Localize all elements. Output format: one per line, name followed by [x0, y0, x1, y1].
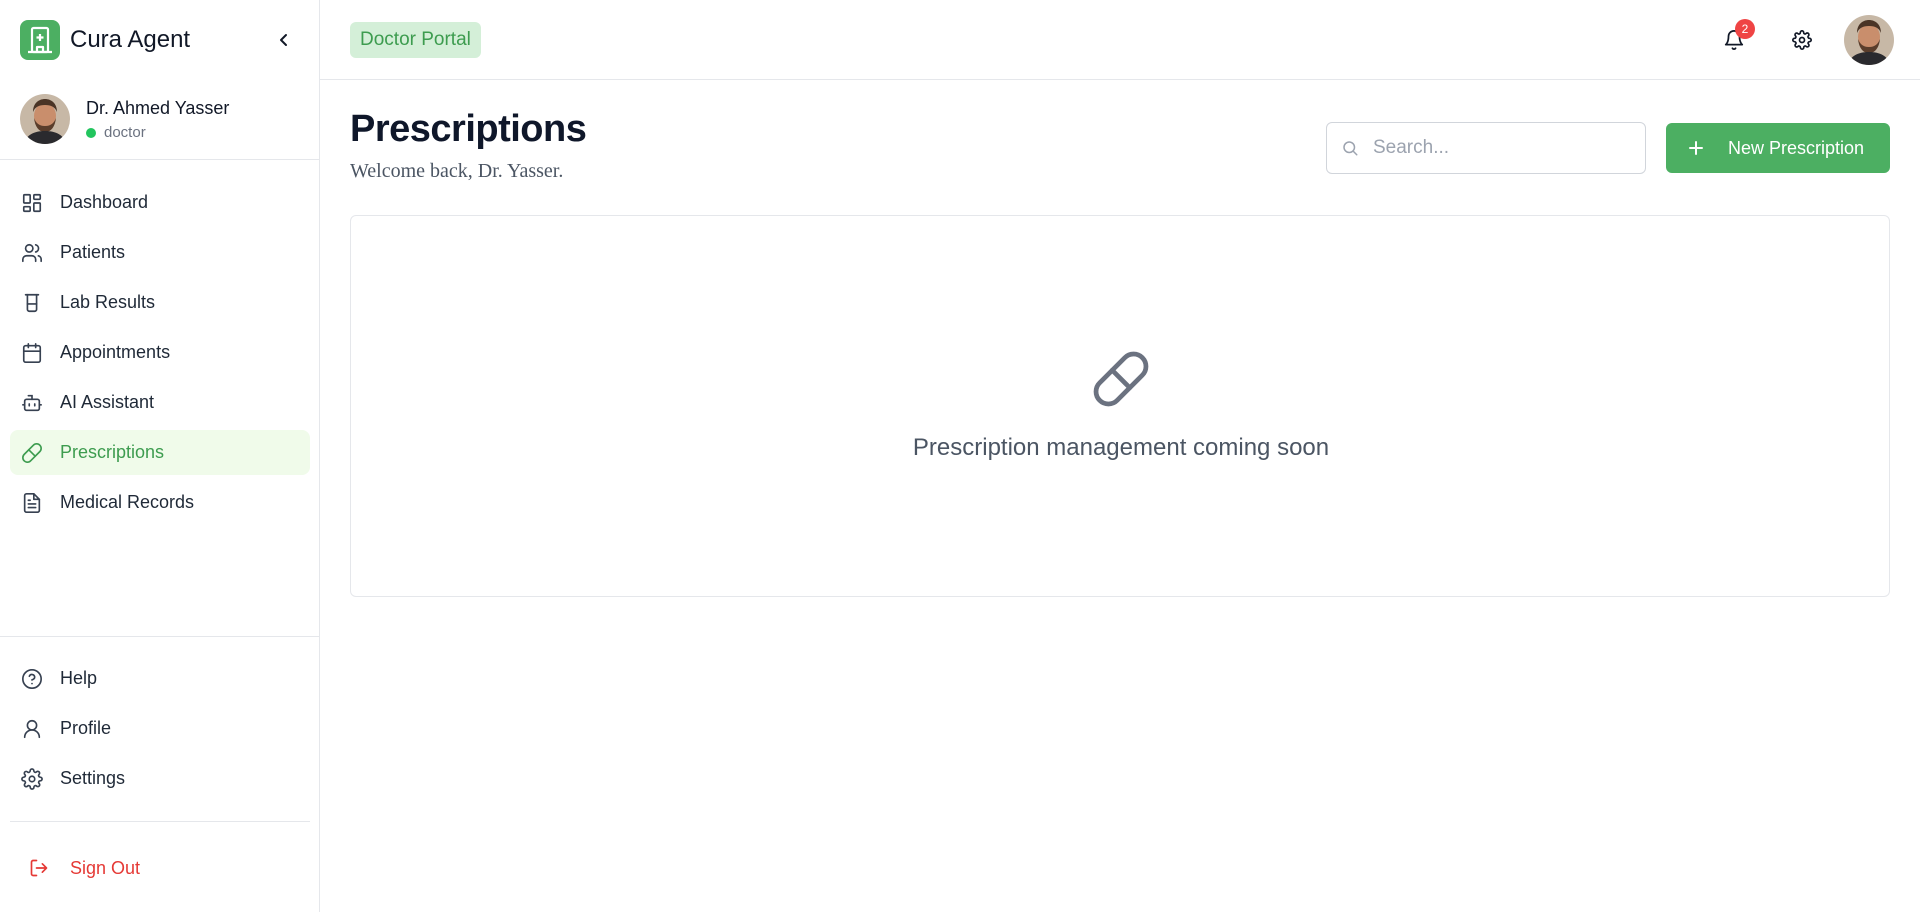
empty-state-card: Prescription management coming soon: [350, 215, 1890, 597]
app-name: Cura Agent: [70, 26, 191, 53]
search-icon: [1343, 141, 1358, 156]
help-icon: [20, 667, 44, 691]
sidebar-item-label: AI Assistant: [60, 392, 155, 412]
pill-icon: [20, 441, 44, 465]
empty-state-message: Prescription management coming soon: [912, 434, 1330, 461]
divider: [0, 636, 320, 637]
page-subtitle: Welcome back, Dr. Yasser.: [350, 160, 564, 182]
avatar[interactable]: [1844, 15, 1894, 65]
dashboard-icon: [20, 191, 44, 215]
page-title: Prescriptions: [350, 108, 587, 150]
new-prescription-button[interactable]: New Prescription: [1666, 123, 1890, 173]
sidebar-item-patients[interactable]: Patients: [10, 230, 310, 275]
sign-out-label: Sign Out: [70, 857, 141, 878]
sidebar-item-label: Medical Records: [60, 492, 195, 512]
plus-icon: [1686, 138, 1706, 158]
settings-button[interactable]: [1789, 27, 1815, 53]
sidebar-item-ai-assistant[interactable]: AI Assistant: [10, 380, 310, 425]
notifications-button[interactable]: 2: [1719, 19, 1755, 55]
users-icon: [20, 241, 44, 265]
sidebar-item-help[interactable]: Help: [10, 656, 310, 701]
sidebar-item-label: Settings: [60, 768, 126, 788]
sidebar-item-label: Lab Results: [60, 292, 156, 312]
topbar: Doctor Portal 2: [320, 0, 1920, 80]
hospital-logo-icon: [20, 20, 60, 60]
sidebar-item-label: Appointments: [60, 342, 171, 362]
sidebar-item-label: Dashboard: [60, 192, 149, 212]
sidebar-item-settings[interactable]: Settings: [10, 756, 310, 801]
online-status-dot: [86, 127, 96, 138]
user-icon: [20, 717, 44, 741]
sign-out-button[interactable]: Sign Out: [28, 852, 140, 884]
document-icon: [20, 491, 44, 515]
search-box[interactable]: [1326, 122, 1646, 174]
bot-icon: [20, 391, 44, 415]
user-role-label: doctor: [104, 124, 146, 141]
search-input[interactable]: [1373, 137, 1623, 159]
sidebar-item-appointments[interactable]: Appointments: [10, 330, 310, 375]
gear-icon: [20, 767, 44, 791]
new-prescription-label: New Prescription: [1728, 137, 1865, 158]
sidebar-item-dashboard[interactable]: Dashboard: [10, 180, 310, 225]
logout-icon: [28, 857, 50, 879]
chevron-left-icon: [280, 34, 287, 46]
portal-badge: Doctor Portal: [350, 22, 481, 58]
sidebar-item-label: Profile: [60, 718, 112, 738]
sidebar-item-prescriptions[interactable]: Prescriptions: [10, 430, 310, 475]
sidebar-item-label: Help: [60, 668, 98, 688]
divider: [10, 821, 310, 822]
sidebar-nav: Dashboard Patients Lab Results Appointme…: [10, 180, 310, 530]
sidebar-bottom-nav: Help Profile Settings: [10, 656, 310, 806]
sidebar-item-profile[interactable]: Profile: [10, 706, 310, 751]
sidebar-item-medical-records[interactable]: Medical Records: [10, 480, 310, 525]
notification-count-badge: 2: [1735, 19, 1755, 39]
user-role: doctor: [86, 124, 146, 141]
sidebar-item-label: Patients: [60, 242, 126, 262]
beaker-icon: [20, 291, 44, 315]
sidebar: Cura Agent Dr. Ahmed Yasser doctor Dashb…: [0, 0, 320, 912]
pill-icon: [1093, 351, 1149, 407]
collapse-sidebar-button[interactable]: [272, 28, 296, 52]
user-name: Dr. Ahmed Yasser: [86, 98, 230, 118]
calendar-icon: [20, 341, 44, 365]
sidebar-item-lab-results[interactable]: Lab Results: [10, 280, 310, 325]
sidebar-item-label: Prescriptions: [60, 442, 165, 462]
gear-icon: [1792, 30, 1812, 50]
user-profile-card: Dr. Ahmed Yasser doctor: [0, 80, 320, 160]
brand[interactable]: Cura Agent: [20, 20, 190, 60]
avatar[interactable]: [20, 94, 70, 144]
